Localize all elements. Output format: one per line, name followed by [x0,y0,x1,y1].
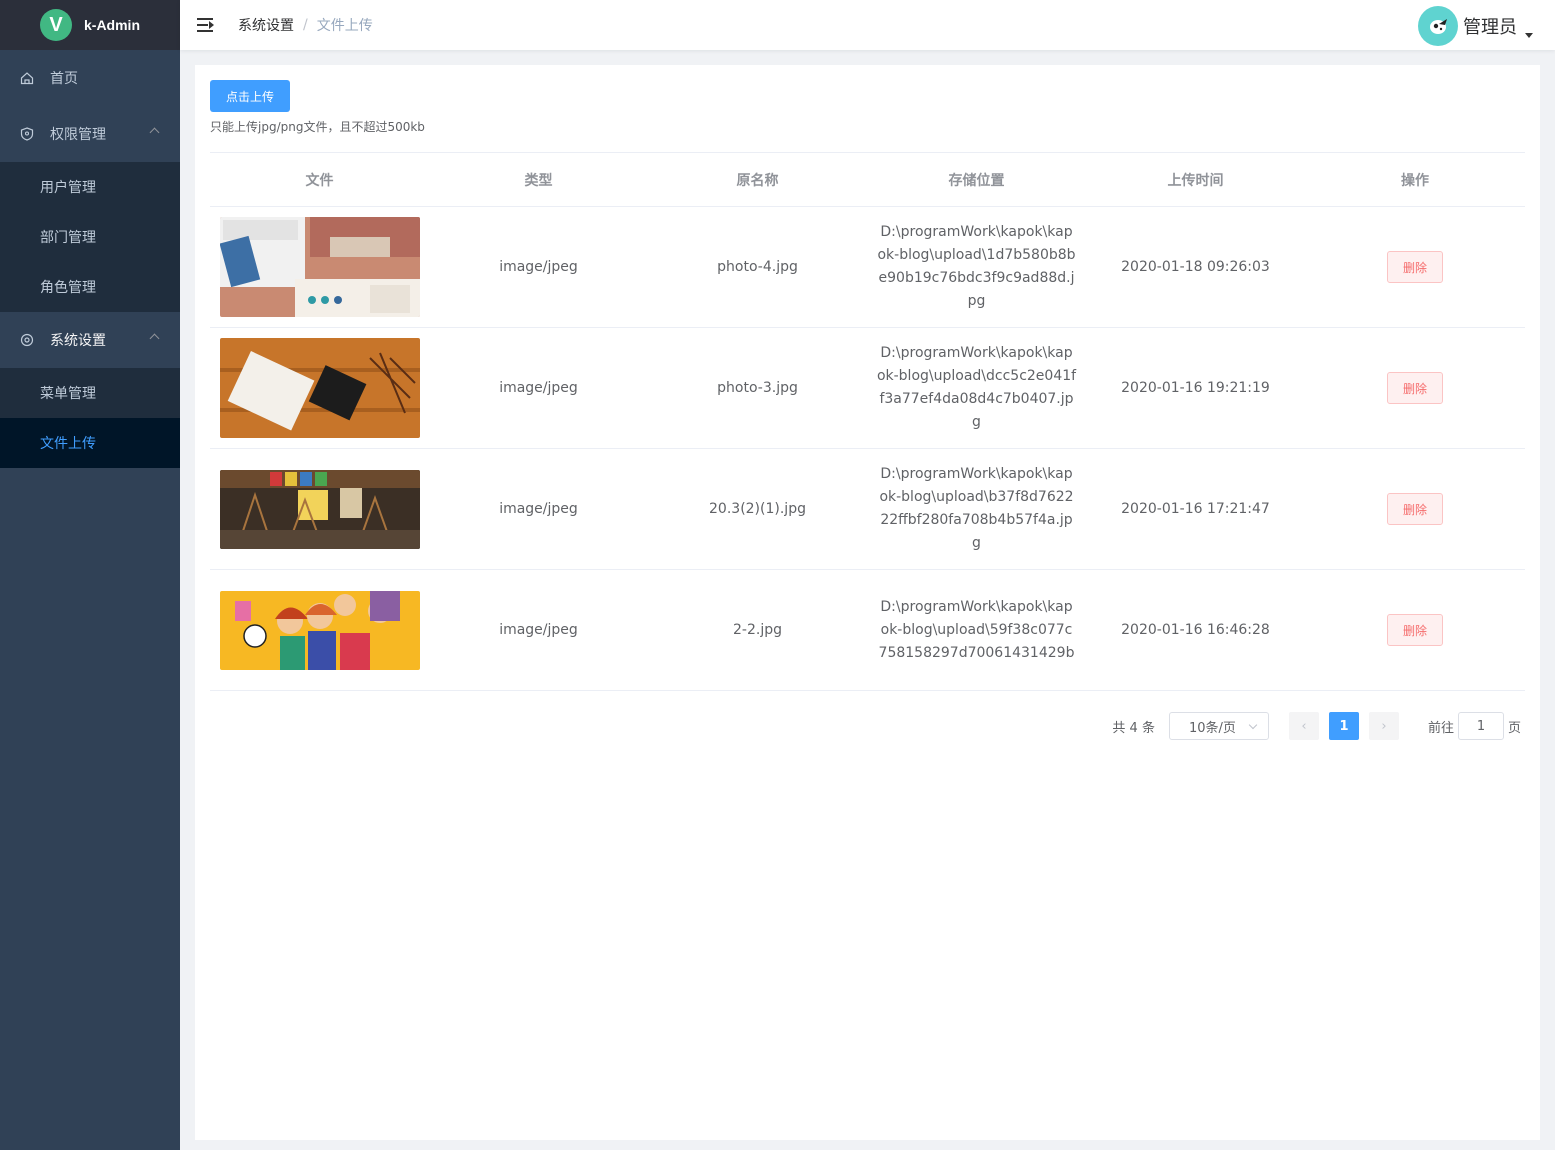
navbar: 系统设置 / 文件上传 管理员 [180,0,1555,50]
actions-cell: 删除 [1305,207,1525,327]
avatar[interactable] [1418,6,1458,46]
breadcrumb-separator: / [303,17,308,33]
original-name-cell: 20.3(2)(1).jpg [709,501,806,517]
sidebar-item-file-upload[interactable]: 文件上传 [0,418,180,468]
storage-path-text: D:\programWork\kapok\kapok-blog\upload\d… [876,345,1077,430]
storage-path-text: D:\programWork\kapok\kapok-blog\upload\b… [879,466,1074,551]
table-row: image/jpeg photo-4.jpg D:\programWork\ka… [210,207,1525,328]
file-cell [210,207,429,327]
sidebar-item-label: 首页 [50,71,78,87]
home-icon [20,71,34,85]
storage-path-text: D:\programWork\kapok\kapok-blog\upload\1… [877,224,1076,309]
pagination-total: 共 4 条 [1112,720,1155,736]
sidebar-item-label: 系统设置 [50,333,106,349]
breadcrumb-item-system-settings[interactable]: 系统设置 [238,15,294,35]
actions-cell: 删除 [1305,328,1525,448]
column-header-type: 类型 [524,172,553,189]
submenu-system-settings: 菜单管理 文件上传 [0,368,180,468]
type-cell: image/jpeg [499,622,578,638]
prev-page-button[interactable]: ‹ [1288,712,1319,740]
goto-label: 前往 [1427,720,1454,736]
breadcrumb-item-current: 文件上传 [316,18,373,34]
user-menu[interactable]: 管理员 [1418,6,1533,46]
original-name-cell: photo-4.jpg [717,259,798,275]
app-title: k-Admin [84,17,140,33]
page-number-current[interactable]: 1 [1328,712,1359,740]
type-cell: image/jpeg [499,501,578,517]
actions-cell: 删除 [1305,570,1525,690]
submenu-permissions: 用户管理 部门管理 角色管理 [0,162,180,312]
original-name-cell: photo-3.jpg [717,380,798,396]
goto-suffix: 页 [1507,720,1521,736]
sidebar-item-roles[interactable]: 角色管理 [0,262,180,312]
column-header-upload-time: 上传时间 [1167,172,1224,189]
upload-time-cell: 2020-01-16 17:21:47 [1121,501,1270,517]
page-size-select[interactable]: 10条/页 [1168,712,1269,740]
storage-path-text: D:\programWork\kapok\kapok-blog\upload\5… [878,598,1075,661]
chevron-up-icon [149,127,160,138]
sidebar-item-system-settings[interactable]: 系统设置 [0,312,180,368]
column-header-original-name: 原名称 [736,172,779,189]
upload-time-cell: 2020-01-16 16:46:28 [1121,622,1270,638]
file-cell [210,570,429,690]
sidebar-item-users[interactable]: 用户管理 [0,162,180,212]
actions-cell: 删除 [1305,449,1525,569]
file-thumbnail[interactable] [219,590,420,670]
type-cell: image/jpeg [499,380,578,396]
column-header-file: 文件 [305,172,334,189]
sidebar-item-menus[interactable]: 菜单管理 [0,368,180,418]
logo[interactable]: V k-Admin [0,0,180,50]
type-cell: image/jpeg [499,259,578,275]
settings-icon [20,333,34,347]
storage-path-cell: D:\programWork\kapok\kapok-blog\upload\1… [867,207,1086,327]
storage-path-cell: D:\programWork\kapok\kapok-blog\upload\5… [867,570,1086,690]
file-cell [210,449,429,569]
sidebar: V k-Admin 首页 权限管理 用户管理 部门管理 角色管理 系统设置 菜单… [0,0,180,1150]
user-name[interactable]: 管理员 [1463,13,1517,39]
file-thumbnail[interactable] [219,338,420,438]
storage-path-cell: D:\programWork\kapok\kapok-blog\upload\b… [867,449,1086,569]
chevron-down-icon [1248,720,1258,730]
next-page-button[interactable]: › [1368,712,1399,740]
table-row: image/jpeg 20.3(2)(1).jpg D:\programWork… [210,449,1525,570]
file-thumbnail[interactable] [219,217,420,317]
original-name-cell: 2-2.jpg [733,622,782,638]
breadcrumb: 系统设置 / 文件上传 [238,15,373,35]
hamburger-menu-icon[interactable] [197,17,215,33]
delete-button[interactable]: 删除 [1387,614,1443,646]
delete-button[interactable]: 删除 [1387,493,1443,525]
page-size-value: 10条/页 [1188,720,1236,736]
upload-tip: 只能上传jpg/png文件，且不超过500kb [210,120,425,134]
shield-icon [20,127,34,141]
caret-down-icon[interactable] [1525,32,1533,38]
storage-path-cell: D:\programWork\kapok\kapok-blog\upload\d… [867,328,1086,448]
file-cell [210,328,429,448]
content-card: 点击上传 只能上传jpg/png文件，且不超过500kb 文件 类型 原名称 存… [195,65,1540,1140]
upload-time-cell: 2020-01-18 09:26:03 [1121,259,1270,275]
column-header-storage-path: 存储位置 [948,172,1005,189]
column-header-actions: 操作 [1401,172,1429,189]
table-header: 文件 类型 原名称 存储位置 上传时间 操作 [210,153,1525,207]
goto-page-input[interactable]: 1 [1457,712,1504,740]
table-row: image/jpeg 2-2.jpg D:\programWork\kapok\… [210,570,1525,691]
sidebar-item-label: 权限管理 [50,127,106,143]
vue-logo-icon: V [40,9,72,41]
chevron-up-icon [149,333,160,344]
file-table: 文件 类型 原名称 存储位置 上传时间 操作 image/jpeg photo-… [210,152,1525,691]
delete-button[interactable]: 删除 [1387,251,1443,283]
sidebar-item-home[interactable]: 首页 [0,50,180,106]
table-row: image/jpeg photo-3.jpg D:\programWork\ka… [210,328,1525,449]
upload-button[interactable]: 点击上传 [210,80,290,112]
delete-button[interactable]: 删除 [1387,372,1443,404]
pagination: 共 4 条 10条/页 ‹ 1 › 前往 1 页 [1112,712,1521,740]
sidebar-item-permissions[interactable]: 权限管理 [0,106,180,162]
goto-page: 前往 1 页 [1428,712,1521,740]
sidebar-item-departments[interactable]: 部门管理 [0,212,180,262]
upload-time-cell: 2020-01-16 19:21:19 [1121,380,1270,396]
file-thumbnail[interactable] [219,469,420,549]
